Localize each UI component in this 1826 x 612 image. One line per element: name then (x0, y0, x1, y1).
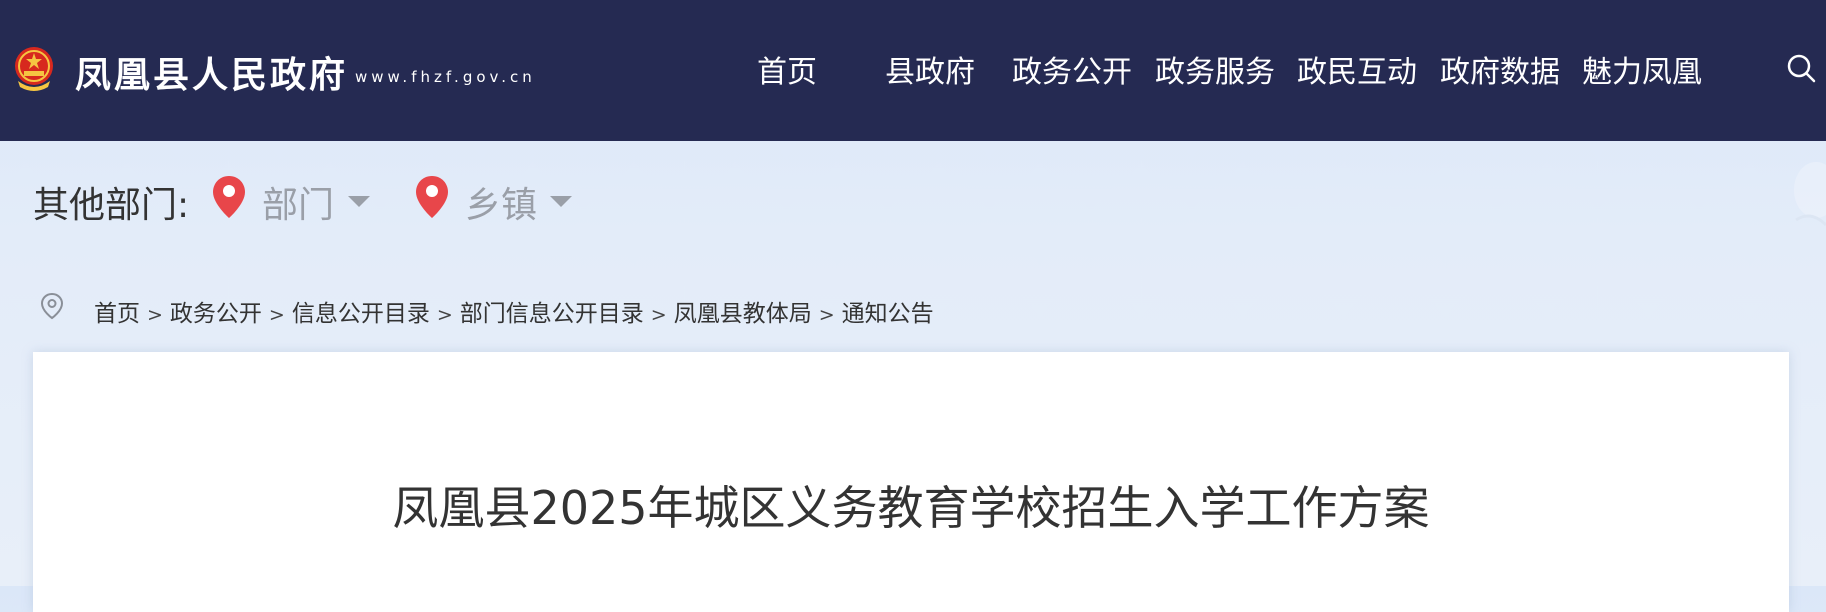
chevron-down-icon[interactable] (348, 196, 370, 207)
breadcrumb-notices[interactable]: 通知公告 (842, 301, 934, 327)
national-emblem-logo[interactable] (12, 43, 56, 93)
chevron-down-icon[interactable] (550, 196, 572, 207)
breadcrumb-separator: > (818, 304, 835, 326)
breadcrumb-education-bureau[interactable]: 凤凰县教体局 (674, 301, 812, 327)
nav-item-government-services[interactable]: 政务服务 (1155, 47, 1275, 91)
breadcrumb-separator: > (147, 304, 163, 326)
nav-item-government-affairs-disclosure[interactable]: 政务公开 (1012, 47, 1132, 91)
breadcrumb-home[interactable]: 首页 (94, 301, 140, 327)
breadcrumb-info-disclosure-directory[interactable]: 信息公开目录 (292, 301, 430, 327)
township-dropdown[interactable]: 乡镇 (465, 176, 537, 228)
nav-item-home[interactable]: 首页 (757, 47, 817, 91)
site-url: www.fhzf.gov.cn (355, 68, 536, 86)
location-pin-icon (416, 176, 448, 218)
breadcrumb-separator: > (650, 304, 667, 326)
location-outline-icon (40, 292, 64, 320)
top-navigation-bar: 凤凰县人民政府 www.fhzf.gov.cn 首页 县政府 政务公开 政务服务… (0, 0, 1826, 141)
breadcrumb-government-affairs-disclosure[interactable]: 政务公开 (170, 301, 262, 327)
nav-item-county-government[interactable]: 县政府 (885, 47, 975, 91)
site-name[interactable]: 凤凰县人民政府 (75, 46, 348, 98)
other-departments-label: 其他部门: (33, 185, 190, 226)
article-card: 凤凰县2025年城区义务教育学校招生入学工作方案 (33, 352, 1789, 612)
breadcrumb-separator: > (436, 304, 453, 326)
article-title: 凤凰县2025年城区义务教育学校招生入学工作方案 (392, 481, 1430, 535)
department-dropdown[interactable]: 部门 (262, 176, 334, 228)
background-decoration (1794, 162, 1826, 227)
search-icon[interactable] (1785, 52, 1817, 84)
breadcrumb-separator: > (268, 304, 285, 326)
nav-item-charming-fenghuang[interactable]: 魅力凤凰 (1582, 47, 1702, 91)
nav-item-public-interaction[interactable]: 政民互动 (1297, 47, 1417, 91)
location-pin-icon (213, 176, 245, 218)
breadcrumb-department-info-directory[interactable]: 部门信息公开目录 (460, 301, 644, 327)
nav-item-government-data[interactable]: 政府数据 (1440, 47, 1560, 91)
